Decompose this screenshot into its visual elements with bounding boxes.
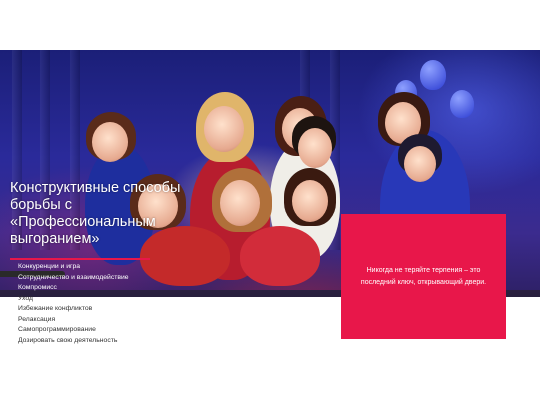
method-item: Дозировать свою деятельность [18,336,118,344]
quote-text: Никогда не теряйте терпения – это послед… [360,266,487,286]
method-item: Самопрограммирование [18,326,96,333]
methods-list: Конкуренции и игра Сотрудничество и взаи… [18,262,129,346]
method-item: Сотрудничество и взаимодействие [18,273,129,281]
method-item: Уход [18,294,33,302]
slide-title: Конструктивные способы борьбы с «Професс… [10,180,181,247]
performer-face [204,106,244,152]
method-item: Конкуренции и игра [18,263,81,270]
performer-face [298,128,332,168]
performer-face [220,180,260,226]
method-item: Компромисс [18,284,57,291]
performer-face [92,122,128,162]
performer-costume [240,226,320,286]
performer-face [404,146,436,182]
performer-face [292,180,328,222]
quote-box: Никогда не теряйте терпения – это послед… [341,214,506,339]
balloon [420,60,446,90]
method-item: Релаксация [18,315,56,323]
balloon [450,90,474,118]
method-item: Избежание конфликтов [18,305,93,312]
title-underline [10,258,150,260]
